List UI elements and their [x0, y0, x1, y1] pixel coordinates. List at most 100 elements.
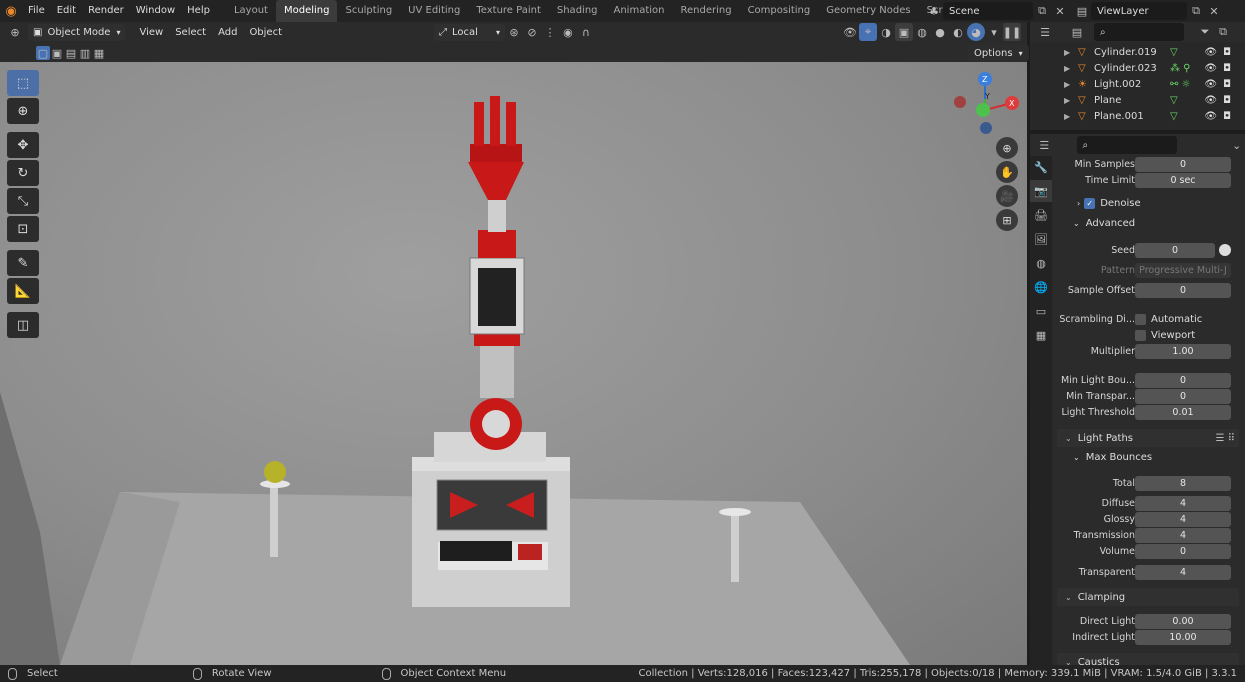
glossy-field[interactable]: 4 [1135, 511, 1231, 527]
indirect-light-field[interactable]: 10.00 [1135, 629, 1231, 645]
editor-type-icon[interactable]: ⊕ [6, 23, 24, 41]
pattern-dropdown[interactable]: Progressive Multi-J [1135, 262, 1231, 278]
tab-animation[interactable]: Animation [606, 0, 673, 22]
multiplier-field[interactable]: 1.00 [1135, 343, 1231, 359]
caustics-subpanel-header[interactable]: ⌄ Caustics [1057, 653, 1239, 665]
transmission-field[interactable]: 4 [1135, 527, 1231, 543]
tab-rendering[interactable]: Rendering [672, 0, 739, 22]
outliner-item[interactable]: ▶ ▽ Plane ▽ 👁◘ [1030, 92, 1245, 108]
tab-modeling[interactable]: Modeling [275, 0, 338, 22]
rotate-tool-icon[interactable]: ↻ [7, 160, 39, 186]
automatic-checkbox[interactable] [1135, 313, 1146, 325]
tab-compositing[interactable]: Compositing [740, 0, 819, 22]
display-mode-icon[interactable]: ▤ [1068, 23, 1086, 41]
solid-shading-icon[interactable]: ● [931, 23, 949, 41]
sample-offset-field[interactable]: 0 [1135, 282, 1231, 298]
annotate-tool-icon[interactable]: ✎ [7, 250, 39, 276]
properties-search-input[interactable]: ⌕ [1076, 136, 1177, 154]
outliner-editor-icon[interactable]: ☰ [1036, 23, 1054, 41]
collection-tab-icon[interactable]: ▭ [1030, 300, 1052, 322]
navigation-gizmo[interactable]: Z X Y [950, 70, 1020, 140]
gizmo-toggle-icon[interactable]: ⌖ [859, 23, 877, 41]
expand-arrow-icon[interactable]: ▶ [1064, 48, 1078, 57]
proportional-edit-icon[interactable]: ◉ [559, 23, 577, 41]
outliner-item[interactable]: ▶ ▽ Cylinder.023 ⁂ ⚲ 👁◘ [1030, 60, 1245, 76]
pivot-icon[interactable]: ⊛ [505, 23, 523, 41]
select-extend-icon[interactable]: ▣ [50, 46, 64, 60]
menu-render[interactable]: Render [82, 0, 130, 22]
falloff-icon[interactable]: ∩ [577, 23, 595, 41]
filter-icon[interactable]: ⏷ [1196, 23, 1214, 41]
rendered-shading-icon[interactable]: ◕ [967, 23, 985, 41]
viewport-option[interactable]: Viewport [1135, 329, 1195, 341]
eye-camera-icon[interactable]: 👁◘ [1204, 95, 1237, 106]
transform-tool-icon[interactable]: ⊡ [7, 216, 39, 242]
eye-camera-icon[interactable]: 👁◘ [1204, 63, 1237, 74]
expand-arrow-icon[interactable]: ▶ [1064, 64, 1078, 73]
view-layer-tab-icon[interactable]: 🖼 [1030, 228, 1052, 250]
view-layer-field[interactable]: ViewLayer [1091, 2, 1187, 20]
transform-orientation-dropdown[interactable]: ⤢ Local ▾ [434, 23, 505, 41]
menu-view[interactable]: View [133, 27, 169, 38]
outliner-item[interactable]: ▶ ▽ Plane.001 ▽ 👁◘ [1030, 108, 1245, 124]
total-field[interactable]: 8 [1135, 475, 1231, 491]
xray-icon[interactable]: ▣ [895, 23, 913, 41]
eye-camera-icon[interactable]: 👁◘ [1204, 111, 1237, 122]
select-subtract-icon[interactable]: ▤ [64, 46, 78, 60]
snap-target-icon[interactable]: ⋮ [541, 23, 559, 41]
automatic-option[interactable]: Automatic [1135, 313, 1202, 325]
menu-help[interactable]: Help [181, 0, 216, 22]
menu-object[interactable]: Object [243, 27, 288, 38]
light-paths-panel-header[interactable]: ⌄ Light Paths ☰ ⠿ [1057, 429, 1239, 447]
denoise-checkbox[interactable]: ✓ [1084, 198, 1096, 209]
new-scene-icon[interactable]: ⧉ [1033, 2, 1051, 20]
expand-arrow-icon[interactable]: › [1077, 199, 1080, 208]
wireframe-shading-icon[interactable]: ◍ [913, 23, 931, 41]
eye-camera-icon[interactable]: 👁◘ [1204, 47, 1237, 58]
options-dropdown[interactable]: Options ▾ [968, 45, 1029, 61]
menu-add[interactable]: Add [212, 27, 243, 38]
tab-uv-editing[interactable]: UV Editing [400, 0, 468, 22]
render-tab-icon[interactable]: 📷 [1030, 180, 1052, 202]
diffuse-field[interactable]: 4 [1135, 495, 1231, 511]
tab-texture-paint[interactable]: Texture Paint [468, 0, 549, 22]
measure-tool-icon[interactable]: 📐 [7, 278, 39, 304]
clamping-subpanel-header[interactable]: ⌄ Clamping [1057, 588, 1239, 606]
viewport-checkbox[interactable] [1135, 329, 1146, 341]
direct-light-field[interactable]: 0.00 [1135, 613, 1231, 629]
outliner-item[interactable]: ▶ ☀ Light.002 ⚯ ☼ 👁◘ [1030, 76, 1245, 92]
tab-geometry-nodes[interactable]: Geometry Nodes [818, 0, 918, 22]
menu-edit[interactable]: Edit [51, 0, 82, 22]
time-limit-field[interactable]: 0 sec [1135, 172, 1231, 188]
pan-hand-icon[interactable]: ✋ [996, 161, 1018, 183]
expand-arrow-icon[interactable]: ▶ [1064, 112, 1078, 121]
camera-view-icon[interactable]: 🎥 [996, 185, 1018, 207]
pause-render-icon[interactable]: ❚❚ [1003, 23, 1021, 41]
texture-tab-icon[interactable]: ▦ [1030, 324, 1052, 346]
transparent-field[interactable]: 4 [1135, 564, 1231, 580]
menu-select[interactable]: Select [169, 27, 212, 38]
min-light-bounces-field[interactable]: 0 [1135, 372, 1231, 388]
zoom-icon[interactable]: ⊕ [996, 137, 1018, 159]
shading-options-icon[interactable]: ▾ [985, 23, 1003, 41]
tab-shading[interactable]: Shading [549, 0, 606, 22]
new-collection-icon[interactable]: ⧉ [1214, 23, 1232, 41]
tool-tab-icon[interactable]: 🔧 [1030, 156, 1052, 178]
delete-scene-icon[interactable]: ✕ [1051, 2, 1069, 20]
clock-icon[interactable] [1219, 244, 1231, 256]
overlay-icon[interactable]: ◑ [877, 23, 895, 41]
add-cube-tool-icon[interactable]: ◫ [7, 312, 39, 338]
3d-viewport[interactable] [0, 62, 1027, 665]
view-layer-icon[interactable]: ▤ [1073, 2, 1091, 20]
denoise-row[interactable]: › ✓ Denoise [1077, 198, 1141, 209]
chevron-down-icon[interactable]: ⌄ [1229, 136, 1245, 154]
world-tab-icon[interactable]: 🌐 [1030, 276, 1052, 298]
blender-logo-icon[interactable]: ◉ [0, 0, 22, 22]
mode-dropdown[interactable]: ▣ Object Mode ▾ [28, 23, 126, 41]
snap-icon[interactable]: ⊘ [523, 23, 541, 41]
menu-file[interactable]: File [22, 0, 51, 22]
min-transparent-field[interactable]: 0 [1135, 388, 1231, 404]
cursor-tool-icon[interactable]: ⊕ [7, 98, 39, 124]
scene-tab-icon[interactable]: ◍ [1030, 252, 1052, 274]
tab-sculpting[interactable]: Sculpting [337, 0, 400, 22]
